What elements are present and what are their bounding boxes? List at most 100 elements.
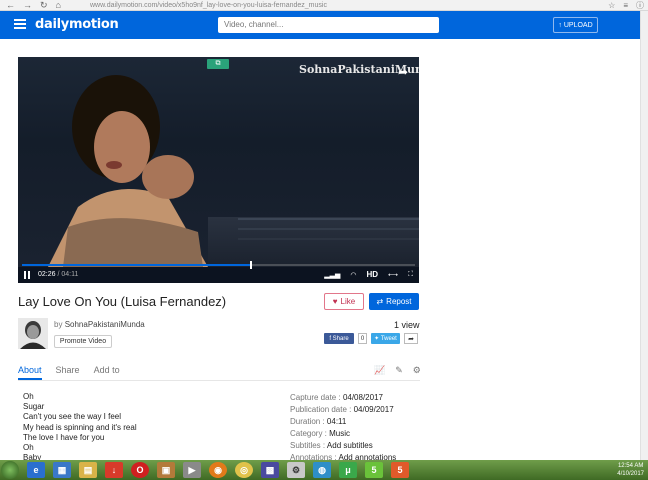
video-title: Lay Love On You (Luisa Fernandez) [18,294,227,309]
add-subtitles-link[interactable]: Add subtitles [327,441,373,450]
subtitles-row: Subtitles : Add subtitles [290,440,396,452]
video-player[interactable]: ⧉ SohnaPakistaniMunda ➦ 02:26 / 04:11 ▂▃… [18,57,419,283]
stage-decoration [238,218,419,240]
edit-pencil-icon[interactable]: ✎ [395,365,403,376]
tab-add-to[interactable]: Add to [94,365,120,380]
performer-figure [48,75,208,267]
player-controls: 02:26 / 04:11 ▂▃▅ ◠ HD ⟷ ⛶ [18,267,419,283]
browser-menu-icon[interactable]: ≡ [623,0,628,11]
stats-icon[interactable]: 📈 [374,365,385,376]
progress-fill [22,264,250,266]
archive-icon[interactable]: ▣ [157,462,175,478]
like-button[interactable]: ♥ Like [324,293,364,310]
explorer-icon[interactable]: ▦ [53,462,71,478]
windows-taskbar: e ▦ ▤ ↓ O ▣ ▶ ◉ ◎ ▩ ⚙ ◍ μ 5 5 12:54 AM 4… [0,460,648,480]
video-metadata: Capture date : 04/08/2017 Publication da… [290,392,396,464]
firefox-icon[interactable]: ◉ [209,462,227,478]
browser-nav: ← → ↻ ⌂ [0,0,61,11]
theater-mode-icon[interactable]: ⟷ [388,271,398,279]
mini-player-icon[interactable]: ⧉ [207,59,229,69]
channel-avatar[interactable] [18,318,48,349]
repost-button[interactable]: ⇄ Repost [369,293,419,310]
start-button-icon[interactable] [1,461,19,479]
tweet-label: Tweet [380,335,397,342]
social-share-bar: f Share 0 ✦ Tweet ➦ [324,333,418,344]
facebook-share-label: Share [332,335,349,342]
capture-date-value: 04/08/2017 [342,393,383,402]
progress-bar[interactable] [22,261,415,269]
tweet-button[interactable]: ✦ Tweet [371,333,400,344]
facebook-share-button[interactable]: f Share [324,333,354,344]
share-arrow-icon[interactable]: ➦ [398,65,408,79]
duration-label: Duration : [290,417,325,426]
browser-actions: ☆ ≡ ⓘ [608,0,644,11]
clock-date: 4/10/2017 [617,471,644,477]
capture-date-row: Capture date : 04/08/2017 [290,392,396,404]
quality-button[interactable]: HD [366,270,378,279]
media-player-icon[interactable]: ▶ [183,462,201,478]
capture-date-label: Capture date : [290,393,341,402]
info-tabs: About Share Add to [18,365,120,380]
duration-value: 04:11 [326,417,347,426]
category-label: Category : [290,429,327,438]
upload-arrow-icon: ↑ [558,21,562,29]
address-bar[interactable]: www.dailymotion.com/video/x5ho9nf_lay-lo… [90,0,327,11]
current-time: 02:26 [38,271,56,278]
promote-video-button[interactable]: Promote Video [54,335,112,348]
upload-button[interactable]: ↑ UPLOAD [553,17,598,33]
forward-icon[interactable]: → [23,0,32,11]
browser-toolbar: ← → ↻ ⌂ www.dailymotion.com/video/x5ho9n… [0,0,648,11]
opera-icon[interactable]: O [131,462,149,478]
more-share-icon[interactable]: ➦ [404,333,418,344]
app-icon[interactable]: ▩ [261,462,279,478]
clock-time: 12:54 AM [617,463,644,469]
gear-icon[interactable]: ⚙ [413,365,421,376]
fullscreen-icon[interactable]: ⛶ [408,271,413,279]
facebook-share-count: 0 [358,333,367,344]
search-input[interactable]: Video, channel... [218,17,439,33]
tab-tools: 📈 ✎ ⚙ [374,365,421,376]
duration-row: Duration : 04:11 [290,416,396,428]
hamburger-menu-icon[interactable] [14,19,26,29]
page-scrollbar[interactable] [640,11,648,460]
video-frame [18,57,419,267]
download-icon[interactable]: ↓ [105,462,123,478]
description-line: Sugar [23,402,45,412]
channel-link[interactable]: SohnaPakistaniMunda [65,320,145,329]
home-icon[interactable]: ⌂ [56,0,61,11]
reload-icon[interactable]: ↻ [40,0,48,11]
chrome-icon[interactable]: ◎ [235,462,253,478]
dailymotion-logo[interactable]: dailymotion [35,17,119,32]
system-clock[interactable]: 12:54 AM 4/10/2017 [617,462,644,478]
by-prefix: by [54,320,63,329]
time-separator: / [57,271,60,278]
folder-icon[interactable]: ▤ [79,462,97,478]
total-duration: 04:11 [61,271,79,278]
heart-icon: ♥ [332,297,338,306]
category-link[interactable]: Music [329,429,350,438]
volume-icon[interactable]: ▂▃▅ [324,271,340,279]
settings-icon[interactable]: ◠ [350,271,356,279]
utorrent-icon[interactable]: μ [339,462,357,478]
category-row: Category : Music [290,428,396,440]
repost-icon: ⇄ [376,297,384,306]
video-description: Oh Sugar Can't you see the way I feel My… [23,392,137,463]
channel-byline: by SohnaPakistaniMunda [54,320,145,329]
publication-date-value: 04/09/2017 [353,405,394,414]
player-right-controls: ▂▃▅ ◠ HD ⟷ ⛶ [324,270,413,279]
app-five-icon[interactable]: 5 [365,462,383,478]
settings-app-icon[interactable]: ⚙ [287,462,305,478]
pause-icon[interactable] [24,271,31,279]
info-icon[interactable]: ⓘ [636,0,644,11]
view-count: 1 view [394,320,420,330]
back-icon[interactable]: ← [6,0,15,11]
bookmark-star-icon[interactable]: ☆ [608,0,615,11]
tab-about[interactable]: About [18,365,42,380]
html5-icon[interactable]: 5 [391,462,409,478]
tab-share[interactable]: Share [56,365,80,380]
twitter-icon: ✦ [374,336,381,342]
ie-icon[interactable]: e [27,462,45,478]
description-line: Oh [23,443,34,453]
repost-label: Repost [386,297,412,306]
globe-icon[interactable]: ◍ [313,462,331,478]
